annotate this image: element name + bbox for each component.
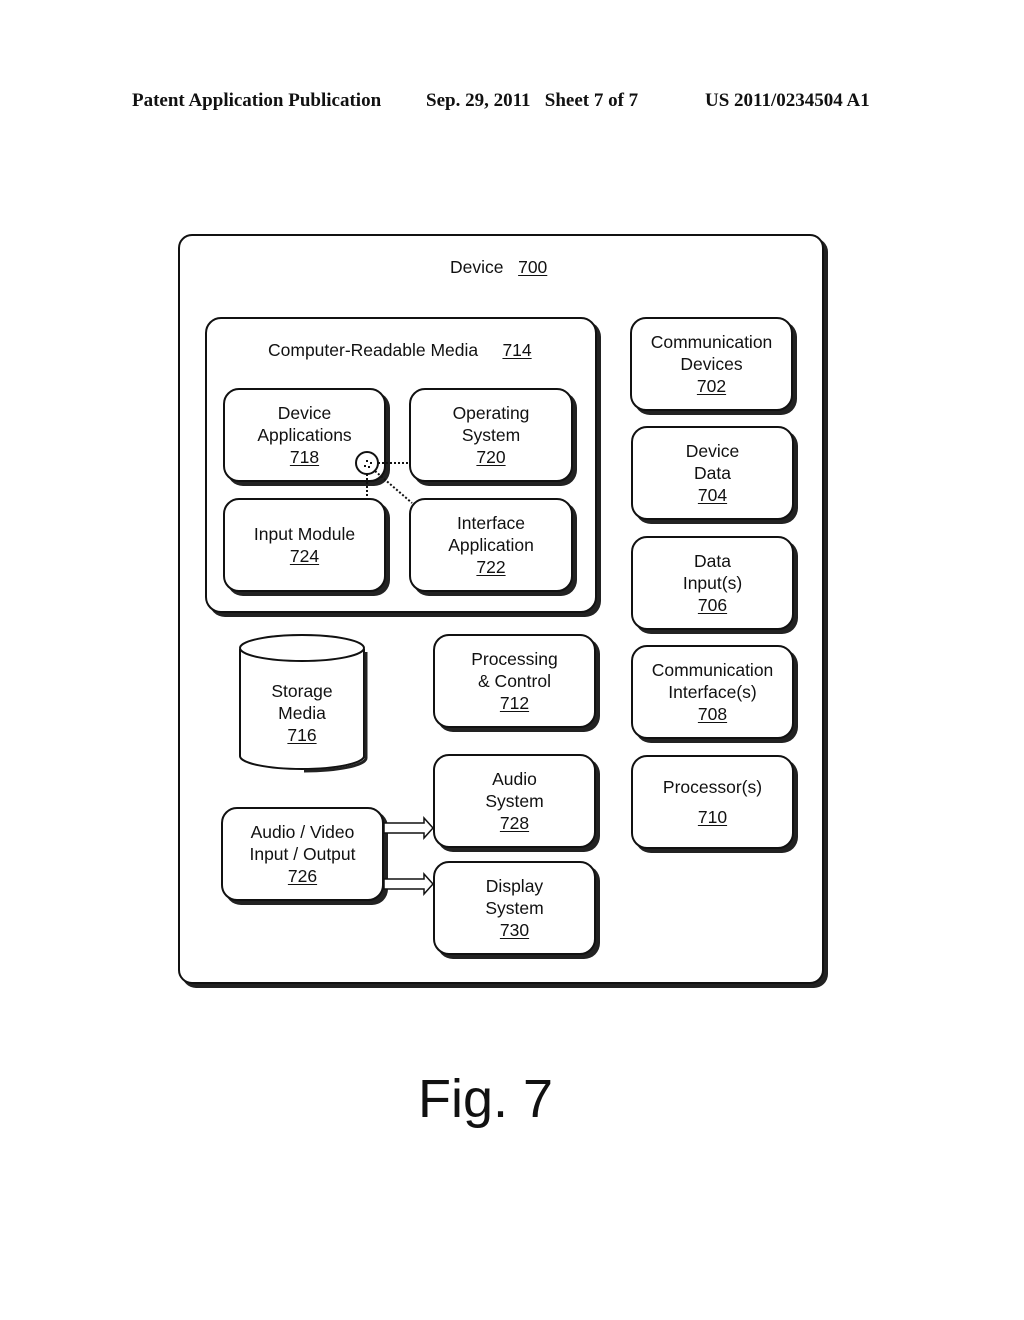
communication-devices-line2: Devices <box>680 354 743 374</box>
media-label: Computer-Readable Media <box>268 340 479 360</box>
interface-application-box: Interface Application 722 <box>409 498 573 592</box>
interface-application-ref: 722 <box>476 557 506 577</box>
storage-media-line1: Storage <box>271 681 333 701</box>
processing-control-line1: Processing <box>471 649 558 669</box>
device-applications-line2: Applications <box>257 425 352 445</box>
processing-control-box: Processing & Control 712 <box>433 634 596 728</box>
publication-date-sheet: Sep. 29, 2011 Sheet 7 of 7 <box>426 90 639 111</box>
storage-media-line2: Media <box>278 703 326 723</box>
audio-video-io-ref: 726 <box>287 866 318 886</box>
display-system-line1: Display <box>485 876 544 896</box>
device-data-box: Device Data 704 <box>631 426 794 520</box>
publication-type: Patent Application Publication <box>132 90 382 111</box>
audio-system-ref: 728 <box>499 813 530 833</box>
operating-system-line2: System <box>461 425 521 445</box>
device-title: Device 700 <box>450 257 547 278</box>
audio-video-io-box: Audio / Video Input / Output 726 <box>221 807 384 901</box>
display-system-box: Display System 730 <box>433 861 596 955</box>
audio-system-line1: Audio <box>492 769 537 789</box>
device-data-ref: 704 <box>697 485 728 505</box>
input-module-box: Input Module 724 <box>223 498 386 592</box>
device-ref: 700 <box>518 257 548 277</box>
device-data-line1: Device <box>685 441 740 461</box>
communication-interfaces-box: Communication Interface(s) 708 <box>631 645 794 739</box>
device-applications-box: Device Applications 718 <box>223 388 386 482</box>
data-inputs-box: Data Input(s) 706 <box>631 536 794 630</box>
device-data-line2: Data <box>694 463 731 483</box>
communication-interfaces-ref: 708 <box>697 704 728 724</box>
device-label: Device <box>450 257 504 277</box>
input-module-ref: 724 <box>289 546 320 566</box>
communication-devices-ref: 702 <box>696 376 727 396</box>
processors-line1: Processor(s) <box>662 777 763 797</box>
communication-interfaces-line2: Interface(s) <box>668 682 757 702</box>
publication-number: US 2011/0234504 A1 <box>705 90 870 111</box>
media-ref: 714 <box>502 340 532 360</box>
display-system-ref: 730 <box>499 920 530 940</box>
processors-box: Processor(s) 710 <box>631 755 794 849</box>
audio-video-io-line2: Input / Output <box>249 844 356 864</box>
display-system-line2: System <box>485 898 544 918</box>
data-inputs-line1: Data <box>694 551 731 571</box>
storage-media-text: Storage Media 716 <box>240 680 364 746</box>
communication-devices-line1: Communication <box>650 332 773 352</box>
data-inputs-ref: 706 <box>697 595 728 615</box>
communication-devices-box: Communication Devices 702 <box>630 317 793 411</box>
audio-video-io-line1: Audio / Video <box>250 822 355 842</box>
storage-media-ref: 716 <box>287 725 317 745</box>
interface-application-line1: Interface <box>456 513 526 533</box>
data-inputs-line2: Input(s) <box>682 573 743 593</box>
communication-interfaces-line1: Communication <box>651 660 774 680</box>
operating-system-box: Operating System 720 <box>409 388 573 482</box>
interface-application-line2: Application <box>448 535 534 555</box>
operating-system-line1: Operating <box>452 403 530 423</box>
input-module-line1: Input Module <box>253 524 356 544</box>
device-applications-ref: 718 <box>289 447 320 467</box>
processors-ref: 710 <box>697 807 728 827</box>
figure-caption: Fig. 7 <box>418 1069 554 1129</box>
processing-control-line2: & Control <box>478 671 551 691</box>
computer-readable-media-title: Computer-Readable Media 714 <box>268 340 532 361</box>
audio-system-box: Audio System 728 <box>433 754 596 848</box>
operating-system-ref: 720 <box>476 447 506 467</box>
device-applications-line1: Device <box>277 403 332 423</box>
processing-control-ref: 712 <box>499 693 530 713</box>
audio-system-line2: System <box>485 791 544 811</box>
